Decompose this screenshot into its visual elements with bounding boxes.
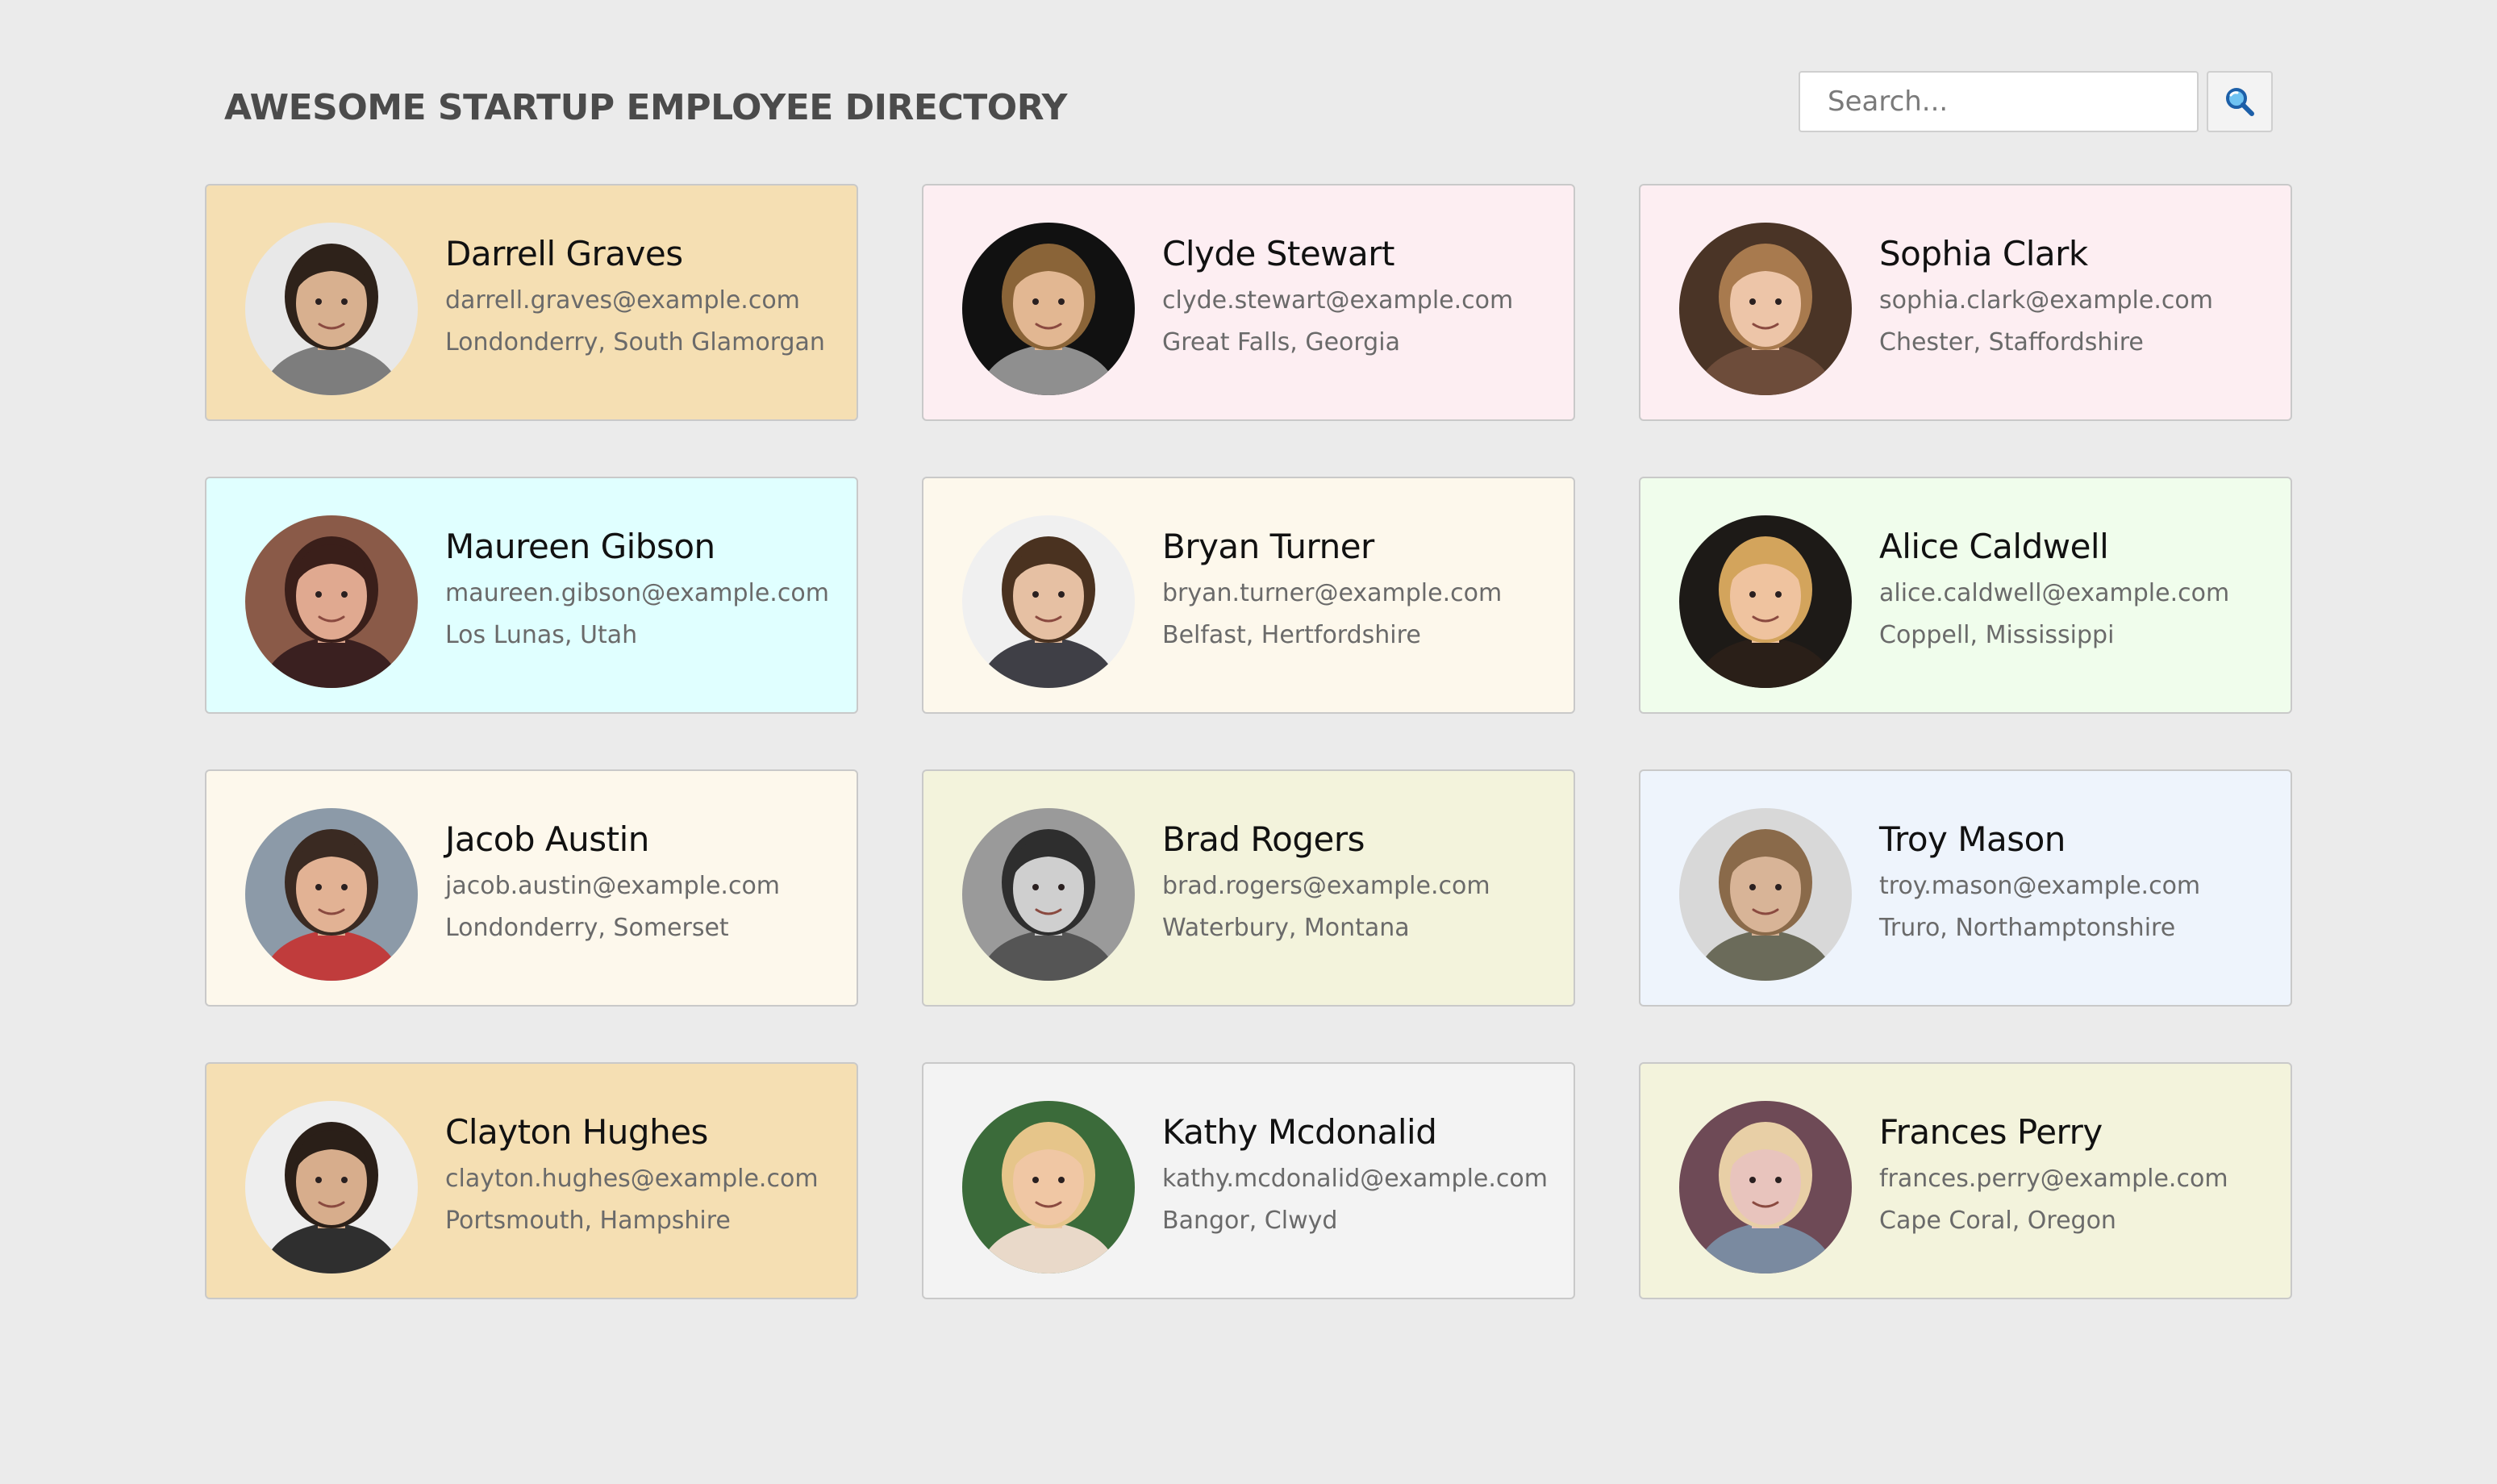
avatar	[245, 515, 418, 688]
employee-location: Londonderry, South Glamorgan	[445, 328, 825, 356]
employee-info: Clayton Hughes clayton.hughes@example.co…	[445, 1115, 848, 1233]
employee-name: Frances Perry	[1879, 1112, 2103, 1152]
avatar-photo-icon	[1679, 808, 1852, 981]
employee-info: Darrell Graves darrell.graves@example.co…	[445, 237, 848, 355]
employee-location: Londonderry, Somerset	[445, 914, 729, 942]
avatar-photo-icon	[245, 223, 418, 395]
avatar-photo-icon	[962, 808, 1135, 981]
avatar-photo-icon	[962, 515, 1135, 688]
employee-name: Clayton Hughes	[445, 1112, 708, 1152]
employee-email: clyde.stewart@example.com	[1162, 286, 1514, 315]
avatar-photo-icon	[245, 808, 418, 981]
employee-card[interactable]: Alice Caldwell alice.caldwell@example.co…	[1639, 477, 2292, 714]
employee-info: Sophia Clark sophia.clark@example.com Ch…	[1879, 237, 2282, 355]
employee-card[interactable]: Frances Perry frances.perry@example.com …	[1639, 1062, 2292, 1299]
search-input[interactable]	[1799, 71, 2199, 132]
magnifier-icon	[2226, 88, 2254, 116]
search-bar	[1799, 71, 2273, 132]
employee-name: Bryan Turner	[1162, 527, 1374, 566]
avatar	[962, 223, 1135, 395]
employee-name: Troy Mason	[1879, 819, 2066, 859]
header: AWESOME STARTUP EMPLOYEE DIRECTORY	[205, 71, 2292, 135]
employee-email: maureen.gibson@example.com	[445, 579, 829, 607]
employee-info: Brad Rogers brad.rogers@example.com Wate…	[1162, 823, 1565, 940]
avatar-photo-icon	[962, 223, 1135, 395]
employee-location: Bangor, Clwyd	[1162, 1207, 1338, 1235]
avatar	[1679, 515, 1852, 688]
employee-location: Portsmouth, Hampshire	[445, 1207, 731, 1235]
employee-name: Sophia Clark	[1879, 234, 2088, 273]
employee-info: Alice Caldwell alice.caldwell@example.co…	[1879, 530, 2282, 648]
avatar	[962, 1101, 1135, 1273]
employee-card[interactable]: Sophia Clark sophia.clark@example.com Ch…	[1639, 184, 2292, 421]
employee-card[interactable]: Maureen Gibson maureen.gibson@example.co…	[205, 477, 858, 714]
employee-email: darrell.graves@example.com	[445, 286, 800, 315]
employee-email: bryan.turner@example.com	[1162, 579, 1503, 607]
employee-card[interactable]: Troy Mason troy.mason@example.com Truro,…	[1639, 769, 2292, 1007]
employee-info: Troy Mason troy.mason@example.com Truro,…	[1879, 823, 2282, 940]
employee-gallery: Darrell Graves darrell.graves@example.co…	[205, 184, 2292, 1299]
search-button[interactable]	[2207, 71, 2273, 132]
page-title: AWESOME STARTUP EMPLOYEE DIRECTORY	[224, 87, 1068, 128]
employee-email: frances.perry@example.com	[1879, 1165, 2228, 1193]
employee-location: Waterbury, Montana	[1162, 914, 1410, 942]
employee-email: alice.caldwell@example.com	[1879, 579, 2230, 607]
employee-location: Los Lunas, Utah	[445, 621, 638, 649]
employee-email: troy.mason@example.com	[1879, 872, 2201, 900]
employee-email: jacob.austin@example.com	[445, 872, 781, 900]
avatar	[1679, 1101, 1852, 1273]
employee-location: Truro, Northamptonshire	[1879, 914, 2176, 942]
employee-info: Bryan Turner bryan.turner@example.com Be…	[1162, 530, 1565, 648]
avatar	[1679, 808, 1852, 981]
employee-email: brad.rogers@example.com	[1162, 872, 1490, 900]
employee-card[interactable]: Kathy Mcdonalid kathy.mcdonalid@example.…	[922, 1062, 1575, 1299]
employee-location: Coppell, Mississippi	[1879, 621, 2115, 649]
avatar-photo-icon	[962, 1101, 1135, 1273]
employee-info: Kathy Mcdonalid kathy.mcdonalid@example.…	[1162, 1115, 1565, 1233]
avatar	[245, 1101, 418, 1273]
employee-location: Chester, Staffordshire	[1879, 328, 2144, 356]
employee-card[interactable]: Brad Rogers brad.rogers@example.com Wate…	[922, 769, 1575, 1007]
employee-name: Jacob Austin	[445, 819, 649, 859]
avatar-photo-icon	[1679, 223, 1852, 395]
employee-directory-page: AWESOME STARTUP EMPLOYEE DIRECTORY Searc…	[0, 0, 2497, 1484]
employee-card[interactable]: Bryan Turner bryan.turner@example.com Be…	[922, 477, 1575, 714]
avatar-photo-icon	[1679, 1101, 1852, 1273]
employee-name: Darrell Graves	[445, 234, 683, 273]
employee-email: sophia.clark@example.com	[1879, 286, 2213, 315]
employee-name: Maureen Gibson	[445, 527, 715, 566]
employee-location: Great Falls, Georgia	[1162, 328, 1400, 356]
employee-name: Alice Caldwell	[1879, 527, 2109, 566]
employee-card[interactable]: Clyde Stewart clyde.stewart@example.com …	[922, 184, 1575, 421]
employee-name: Kathy Mcdonalid	[1162, 1112, 1437, 1152]
employee-card[interactable]: Jacob Austin jacob.austin@example.com Lo…	[205, 769, 858, 1007]
employee-info: Clyde Stewart clyde.stewart@example.com …	[1162, 237, 1565, 355]
employee-card[interactable]: Clayton Hughes clayton.hughes@example.co…	[205, 1062, 858, 1299]
employee-location: Belfast, Hertfordshire	[1162, 621, 1421, 649]
avatar	[245, 223, 418, 395]
employee-location: Cape Coral, Oregon	[1879, 1207, 2116, 1235]
avatar	[245, 808, 418, 981]
employee-email: clayton.hughes@example.com	[445, 1165, 819, 1193]
employee-info: Jacob Austin jacob.austin@example.com Lo…	[445, 823, 848, 940]
avatar	[962, 808, 1135, 981]
employee-card[interactable]: Darrell Graves darrell.graves@example.co…	[205, 184, 858, 421]
employee-name: Clyde Stewart	[1162, 234, 1395, 273]
employee-info: Maureen Gibson maureen.gibson@example.co…	[445, 530, 848, 648]
avatar-photo-icon	[245, 1101, 418, 1273]
employee-name: Brad Rogers	[1162, 819, 1365, 859]
avatar-photo-icon	[1679, 515, 1852, 688]
avatar	[962, 515, 1135, 688]
avatar	[1679, 223, 1852, 395]
avatar-photo-icon	[245, 515, 418, 688]
employee-info: Frances Perry frances.perry@example.com …	[1879, 1115, 2282, 1233]
employee-email: kathy.mcdonalid@example.com	[1162, 1165, 1548, 1193]
